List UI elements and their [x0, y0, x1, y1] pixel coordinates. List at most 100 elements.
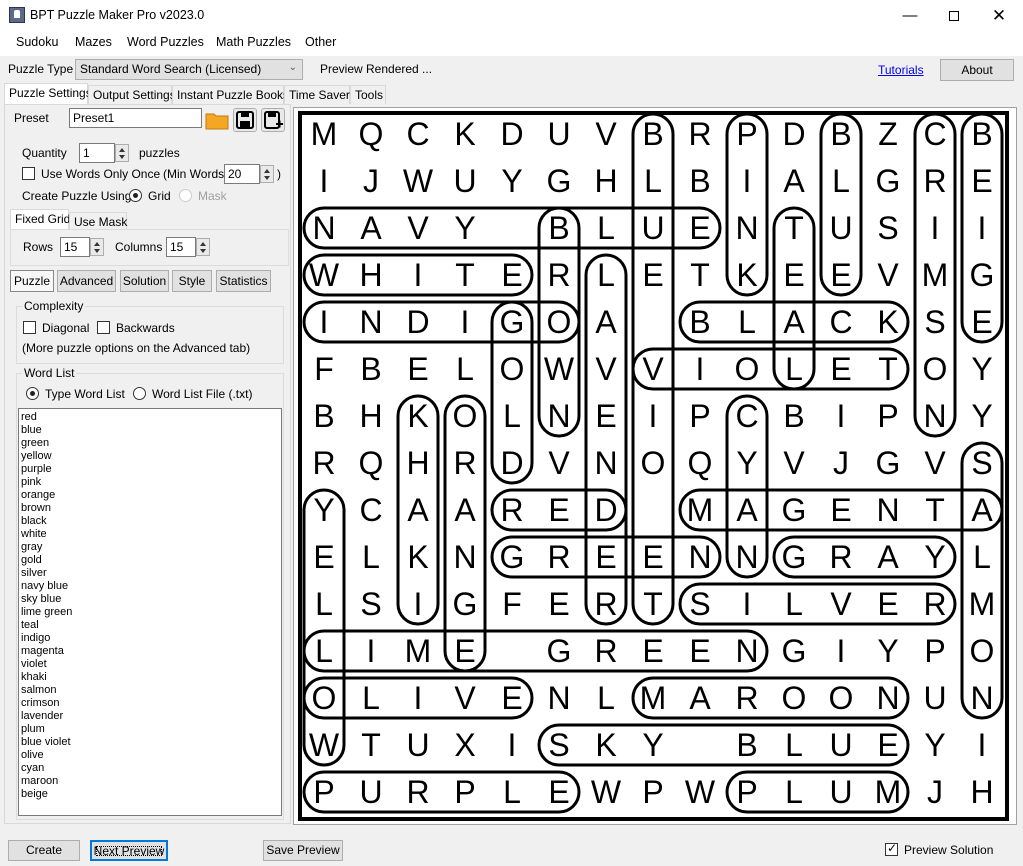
create-button[interactable]: Create [8, 840, 80, 861]
open-preset-button[interactable] [204, 107, 230, 133]
close-icon: ✕ [991, 5, 1007, 25]
menu-math-puzzles[interactable]: Math Puzzles [216, 35, 291, 49]
menu-mazes[interactable]: Mazes [75, 35, 112, 49]
maximize-button[interactable] [931, 0, 977, 31]
menu-other[interactable]: Other [305, 35, 336, 49]
tab-time-saver[interactable]: Time Saver [284, 85, 350, 104]
grid-letter: F [502, 586, 522, 622]
section-puzzle-button[interactable]: Puzzle [10, 270, 54, 292]
quantity-stepper[interactable] [115, 144, 129, 162]
columns-input[interactable] [166, 237, 196, 257]
grid-letter: P [689, 398, 710, 434]
preview-status: Preview Rendered ... [320, 62, 433, 76]
grid-letter: I [978, 727, 987, 763]
tutorials-link[interactable]: Tutorials [878, 63, 924, 77]
tab-tools[interactable]: Tools [350, 85, 386, 104]
word-list-item: orange [21, 489, 56, 501]
word-list-item: black [21, 515, 47, 527]
grid-letter: P [736, 116, 757, 152]
grid-letter: P [736, 774, 757, 810]
menu-sudoku[interactable]: Sudoku [16, 35, 58, 49]
grid-letter: R [453, 445, 476, 481]
grid-letter: D [500, 445, 523, 481]
min-words-stepper[interactable] [260, 165, 274, 183]
solution-highlight-yellow [302, 488, 346, 767]
grid-letter: R [923, 163, 946, 199]
grid-letter: B [830, 116, 851, 152]
save-preset-as-button[interactable] [261, 108, 285, 132]
next-preview-button[interactable]: Next Preview [90, 840, 168, 861]
preview-solution-checkbox[interactable]: ✓ [885, 841, 898, 856]
min-words-input[interactable] [224, 164, 260, 184]
grid-letter: R [312, 445, 335, 481]
word-list-textarea[interactable]: red blue green yellow purple pink orange brown b… [18, 408, 282, 816]
use-words-once-label: Use Words Only Once [41, 167, 161, 181]
grid-letter: D [782, 116, 805, 152]
save-preset-button[interactable] [233, 108, 257, 132]
grid-letter: G [547, 633, 572, 669]
grid-letter: V [595, 351, 617, 387]
minimize-button[interactable]: — [887, 0, 933, 31]
rows-stepper[interactable] [90, 238, 104, 256]
grid-letter: C [406, 116, 429, 152]
grid-letter: L [738, 304, 756, 340]
menu-word-puzzles[interactable]: Word Puzzles [127, 35, 204, 49]
grid-letter: C [923, 116, 946, 152]
grid-letter: I [743, 163, 752, 199]
grid-letter: W [309, 727, 340, 763]
tab-output-settings[interactable]: Output Settings [88, 85, 176, 104]
word-list-item: silver [21, 567, 47, 579]
section-advanced-button[interactable]: Advanced [57, 270, 116, 292]
grid-letter: N [735, 633, 758, 669]
grid-letter: E [454, 633, 475, 669]
type-word-list-radio[interactable] [26, 387, 39, 400]
grid-letter: E [313, 539, 334, 575]
subtab-fixed-grid[interactable]: Fixed Grid [10, 209, 70, 230]
tab-instant-puzzle-books[interactable]: Instant Puzzle Books [172, 85, 289, 104]
grid-letter: A [689, 680, 711, 716]
grid-letter: T [925, 492, 945, 528]
tab-puzzle-settings[interactable]: Puzzle Settings [4, 83, 92, 105]
grid-letter: L [362, 680, 380, 716]
section-solution-button[interactable]: Solution [120, 270, 169, 292]
preview-solution-label: Preview Solution [904, 843, 994, 857]
grid-letter: E [548, 492, 569, 528]
complexity-group [16, 306, 284, 364]
diagonal-label: Diagonal [42, 321, 90, 335]
grid-letter: H [594, 163, 617, 199]
grid-letter: E [548, 586, 569, 622]
grid-letter: N [547, 398, 570, 434]
section-style-button[interactable]: Style [172, 270, 212, 292]
close-button[interactable]: ✕ [976, 0, 1022, 31]
grid-letter: V [830, 586, 852, 622]
section-statistics-button[interactable]: Statistics [216, 270, 271, 292]
grid-letter: L [785, 586, 803, 622]
grid-letter: Y [313, 492, 334, 528]
grid-letter: V [548, 445, 570, 481]
quantity-input[interactable] [79, 143, 115, 163]
mask-radio[interactable] [179, 189, 192, 202]
subtab-use-mask[interactable]: Use Mask [69, 212, 127, 230]
about-button[interactable]: About [940, 59, 1014, 81]
word-list-item: indigo [21, 632, 51, 644]
grid-letter: K [595, 727, 616, 763]
grid-letter: U [453, 163, 476, 199]
grid-letter: N [453, 539, 476, 575]
columns-stepper[interactable] [196, 238, 210, 256]
grid-radio[interactable] [129, 189, 142, 202]
save-preview-button[interactable]: Save Preview [263, 840, 343, 861]
grid-letter: U [359, 774, 382, 810]
diagonal-checkbox[interactable] [23, 321, 36, 334]
rows-input[interactable] [60, 237, 90, 257]
grid-letter: U [923, 680, 946, 716]
grid-letter: V [877, 257, 899, 293]
preset-input[interactable] [69, 108, 202, 128]
grid-letter: U [829, 210, 852, 246]
grid-letter: W [685, 774, 716, 810]
grid-letter: D [406, 304, 429, 340]
word-list-file-radio[interactable] [133, 387, 146, 400]
grid-letter: S [877, 210, 898, 246]
use-words-once-checkbox[interactable] [22, 167, 35, 180]
puzzle-type-select[interactable]: Standard Word Search (Licensed) ⌄ [75, 59, 303, 80]
backwards-checkbox[interactable] [97, 321, 110, 334]
